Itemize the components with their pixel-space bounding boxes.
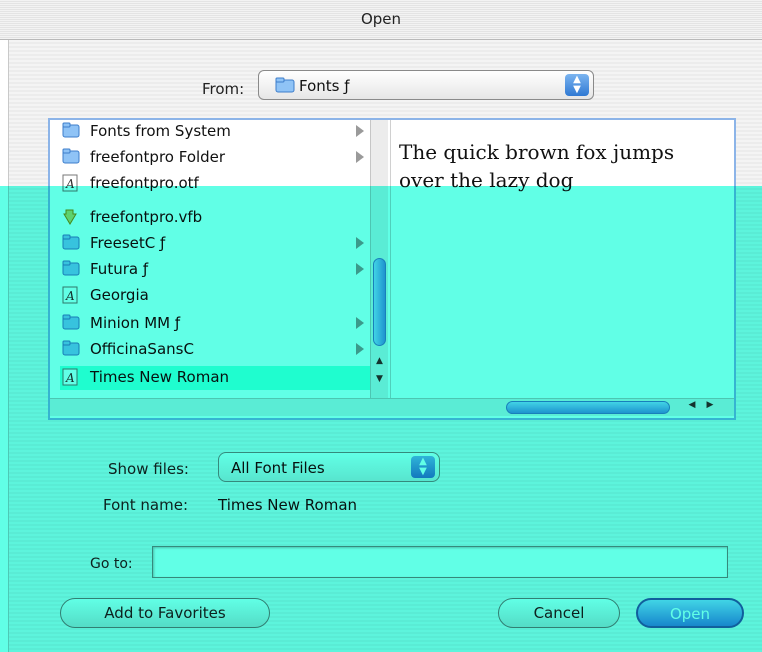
font-name-value: Times New Roman [218, 496, 358, 514]
show-files-label: Show files: [108, 460, 189, 478]
svg-text:A: A [65, 177, 75, 191]
chevron-right-icon [356, 317, 364, 329]
folder-icon [62, 260, 80, 278]
folder-icon [62, 148, 80, 166]
folder-icon [62, 122, 80, 140]
browser-column: Fonts from System freefontpro Folder A f… [50, 120, 388, 398]
list-item[interactable]: FreesetC ƒ [62, 232, 378, 256]
list-item[interactable]: OfficinaSansC [62, 338, 378, 362]
list-item-name: freefontpro Folder [90, 148, 226, 166]
list-item-name: Minion MM ƒ [90, 314, 181, 332]
popup-arrows-icon: ▲ ▼ [411, 456, 435, 478]
window-title: Open [360, 10, 402, 28]
list-item-name: Futura ƒ [90, 260, 149, 278]
document-icon [62, 208, 80, 226]
font-file-icon: A [62, 286, 80, 304]
preview-pane: The quick brown fox jumps over the lazy … [390, 120, 734, 398]
folder-icon [62, 340, 80, 358]
folder-icon [62, 314, 80, 332]
from-value: Fonts ƒ [299, 77, 350, 95]
chevron-right-icon [356, 151, 364, 163]
from-label: From: [202, 80, 245, 98]
open-button[interactable]: Open [636, 598, 744, 628]
list-item[interactable]: Fonts from System [62, 120, 378, 144]
scroll-left-icon[interactable]: ◀ [684, 400, 700, 415]
list-item[interactable]: Futura ƒ [62, 258, 378, 282]
scroll-down-icon[interactable]: ▼ [371, 374, 388, 390]
cancel-button[interactable]: Cancel [498, 598, 620, 628]
chevron-right-icon [356, 343, 364, 355]
font-file-icon: A [62, 174, 80, 192]
font-name-label: Font name: [103, 496, 189, 514]
list-item[interactable]: A Georgia [62, 284, 378, 308]
preview-text: The quick brown fox jumps over the lazy … [399, 140, 675, 192]
chevron-right-icon [356, 237, 364, 249]
svg-text:A: A [65, 289, 75, 303]
list-item-name: freefontpro.otf [90, 174, 199, 192]
popup-arrows-icon: ▲ ▼ [565, 74, 589, 96]
show-files-value: All Font Files [231, 459, 325, 477]
font-file-icon: A [62, 368, 80, 386]
list-item-selected[interactable]: A Times New Roman [60, 366, 380, 390]
list-item-name: FreesetC ƒ [90, 234, 166, 252]
scroll-thumb[interactable] [506, 401, 670, 414]
list-item[interactable]: A freefontpro.otf [62, 172, 378, 196]
list-item[interactable]: freefontpro.vfb [62, 206, 378, 230]
list-item-name: freefontpro.vfb [90, 208, 203, 226]
file-browser: Fonts from System freefontpro Folder A f… [48, 118, 736, 420]
scroll-right-icon[interactable]: ▶ [702, 400, 718, 415]
svg-text:A: A [65, 371, 75, 385]
list-item-name: Georgia [90, 286, 149, 304]
from-popup[interactable]: Fonts ƒ ▲ ▼ [258, 70, 594, 100]
title-bar: Open [0, 0, 762, 40]
horizontal-scrollbar[interactable]: ◀ ▶ [50, 398, 734, 416]
go-to-label: Go to: [90, 556, 133, 572]
scroll-up-icon[interactable]: ▲ [371, 356, 388, 372]
scroll-thumb[interactable] [373, 258, 386, 346]
chevron-right-icon [356, 263, 364, 275]
add-to-favorites-button[interactable]: Add to Favorites [60, 598, 270, 628]
show-files-popup[interactable]: All Font Files ▲ ▼ [218, 452, 440, 482]
folder-icon [62, 234, 80, 252]
list-item[interactable]: Minion MM ƒ [62, 312, 378, 336]
list-item[interactable]: freefontpro Folder [62, 146, 378, 170]
chevron-right-icon [356, 125, 364, 137]
list-item-name: Times New Roman [90, 368, 230, 386]
list-item-name: Fonts from System [90, 122, 231, 140]
list-item-name: OfficinaSansC [90, 340, 194, 358]
go-to-input[interactable] [152, 546, 728, 578]
vertical-scrollbar[interactable]: ▲ ▼ [370, 120, 388, 398]
folder-icon [275, 77, 295, 97]
